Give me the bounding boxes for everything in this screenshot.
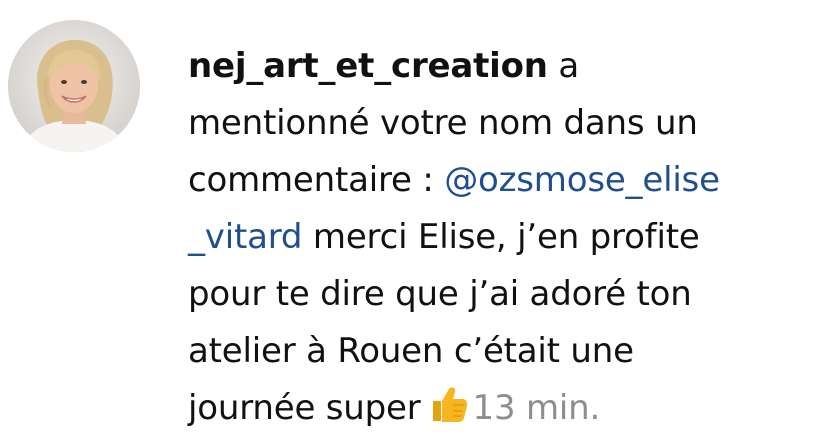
text-line-5: pour te dire que j’ai adoré ton — [188, 274, 692, 314]
user-avatar[interactable] — [8, 20, 140, 152]
text-line-4: _vitard merci Elise, j’en profite — [188, 209, 808, 266]
timestamp: 13 min. — [472, 388, 601, 428]
notification-text: nej_art_et_creation a mentionné votre no… — [188, 38, 808, 437]
text-segment: merci Elise, j’en profite — [302, 217, 700, 257]
text-segment: commentaire : — [188, 160, 445, 200]
username-link[interactable]: nej_art_et_creation — [188, 46, 548, 86]
text-line-1: nej_art_et_creation a — [188, 38, 808, 95]
text-line-6: atelier à Rouen c’était une — [188, 331, 634, 371]
avatar-photo-icon — [8, 20, 140, 152]
mention-link[interactable]: @ozsmose_elise — [444, 160, 720, 200]
mention-notification[interactable]: nej_art_et_creation a mentionné votre no… — [0, 0, 835, 442]
text-segment: a — [547, 46, 580, 86]
text-line-7: journée super 13 min. — [188, 380, 808, 437]
text-line-3: commentaire : @ozsmose_elise — [188, 152, 808, 209]
text-segment: journée super — [188, 388, 421, 428]
text-line-2: mentionné votre nom dans un — [188, 103, 698, 143]
thumbs-up-icon — [427, 383, 469, 425]
mention-link-continued[interactable]: _vitard — [188, 217, 302, 257]
